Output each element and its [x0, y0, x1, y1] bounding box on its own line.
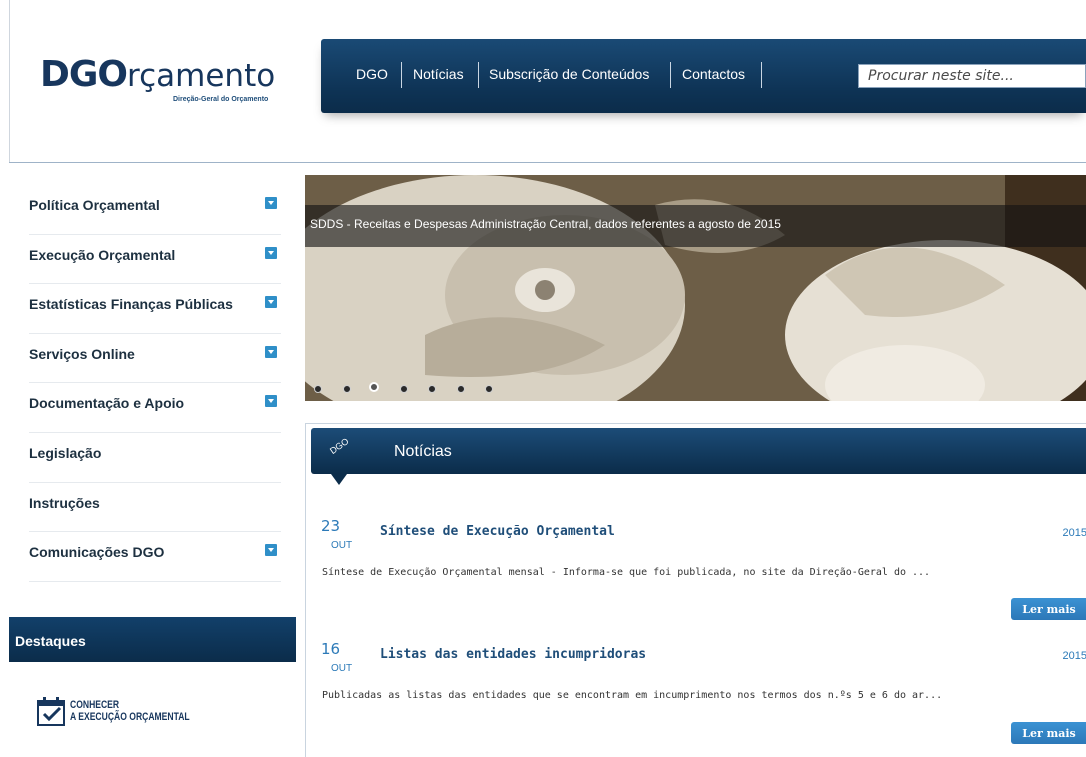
news-item-description: Publicadas as listas das entidades que s… [322, 690, 943, 701]
read-more-button[interactable]: Ler mais [1011, 722, 1086, 744]
sidebar-item-instrucoes[interactable]: Instruções [29, 483, 281, 533]
sidebar-item-comunicacoes[interactable]: Comunicações DGO [29, 532, 281, 582]
page-left-border [9, 0, 10, 162]
search-input[interactable] [858, 64, 1086, 88]
slider-dot[interactable] [457, 385, 465, 393]
sidebar-item-label: Política Orçamental [29, 197, 160, 213]
logo-wordmark: DGOrçamento [40, 54, 276, 95]
highlights-header: Destaques [9, 617, 296, 662]
sidebar-item-label: Documentação e Apoio [29, 395, 185, 412]
slider-dot[interactable] [400, 385, 408, 393]
news-date-day: 23 [321, 517, 341, 535]
slider-dot[interactable] [485, 385, 493, 393]
news-date-month: OUT [331, 540, 353, 551]
nav-contactos[interactable]: Contactos [682, 66, 745, 82]
site-logo[interactable]: DGOrçamento Direção-Geral do Orçamento [40, 55, 310, 125]
news-date-month: OUT [331, 663, 353, 674]
news-header: DGO Notícias [311, 428, 1086, 474]
sidebar-item-label: Estatísticas Finanças Públicas [29, 296, 233, 313]
expand-arrow-icon[interactable] [265, 197, 277, 209]
highlights-title: Destaques [15, 633, 86, 649]
nav-separator [670, 62, 671, 88]
news-item-description: Síntese de Execução Orçamental mensal - … [322, 567, 931, 578]
news-title: Notícias [394, 443, 452, 460]
nav-separator [401, 62, 402, 88]
slider-dot[interactable] [343, 385, 351, 393]
news-header-pointer [331, 474, 347, 485]
sidebar-item-label: Execução Orçamental [29, 246, 176, 263]
slide-caption: SDDS - Receitas e Despesas Administração… [305, 205, 1086, 247]
slide-caption-text: SDDS - Receitas e Despesas Administração… [310, 217, 781, 231]
sidebar-item-legislacao[interactable]: Legislação [29, 433, 281, 483]
news-tag: DGO [327, 436, 351, 456]
expand-arrow-icon[interactable] [265, 345, 277, 358]
news-panel: DGO Notícias 23 OUT Síntese de Execução … [305, 423, 1086, 757]
logo-subtitle: Direção-Geral do Orçamento [173, 96, 269, 103]
highlight-banner-execucao[interactable]: CONHECER A EXECUÇÃO ORÇAMENTAL [36, 696, 226, 736]
nav-subscricao[interactable]: Subscrição de Conteúdos [489, 66, 649, 82]
calendar-check-icon [37, 697, 65, 726]
nav-dgo[interactable]: DGO [356, 66, 388, 82]
expand-arrow-icon[interactable] [265, 395, 277, 408]
header-divider [9, 162, 1086, 163]
slider-dot[interactable] [314, 385, 322, 393]
sidebar-item-label: Serviços Online [29, 345, 135, 362]
read-more-button[interactable]: Ler mais [1011, 598, 1086, 620]
sidebar-item-servicos-online[interactable]: Serviços Online [29, 334, 281, 384]
news-item-year: 2015 [1062, 527, 1086, 539]
slider-dot-active[interactable] [369, 382, 379, 392]
sidebar-item-estatisticas[interactable]: Estatísticas Finanças Públicas [29, 284, 281, 334]
news-date-day: 16 [321, 640, 341, 658]
top-navigation: DGO Notícias Subscrição de Conteúdos Con… [321, 39, 1086, 113]
sidebar-item-politica-orcamental[interactable]: Política Orçamental [29, 185, 281, 235]
sidebar-item-label: Legislação [29, 444, 102, 461]
expand-arrow-icon[interactable] [265, 544, 277, 557]
sidebar-menu: Política Orçamental Execução Orçamental … [29, 185, 281, 582]
news-item-title[interactable]: Listas das entidades incumpridoras [380, 647, 646, 662]
image-slider[interactable]: SDDS - Receitas e Despesas Administração… [305, 175, 1086, 401]
sidebar-item-execucao-orcamental[interactable]: Execução Orçamental [29, 235, 281, 285]
nav-separator [761, 62, 762, 88]
sidebar-item-documentacao[interactable]: Documentação e Apoio [29, 383, 281, 433]
expand-arrow-icon[interactable] [265, 246, 277, 259]
news-item-year: 2015 [1062, 650, 1086, 662]
news-item-title[interactable]: Síntese de Execução Orçamental [380, 524, 615, 539]
sidebar-item-label: Comunicações DGO [29, 544, 165, 561]
slider-dot[interactable] [428, 385, 436, 393]
highlight-banner-text: CONHECER A EXECUÇÃO ORÇAMENTAL [70, 699, 190, 723]
nav-separator [478, 62, 479, 88]
sidebar-item-label: Instruções [29, 494, 100, 511]
expand-arrow-icon[interactable] [265, 296, 277, 309]
nav-noticias[interactable]: Notícias [413, 66, 464, 82]
